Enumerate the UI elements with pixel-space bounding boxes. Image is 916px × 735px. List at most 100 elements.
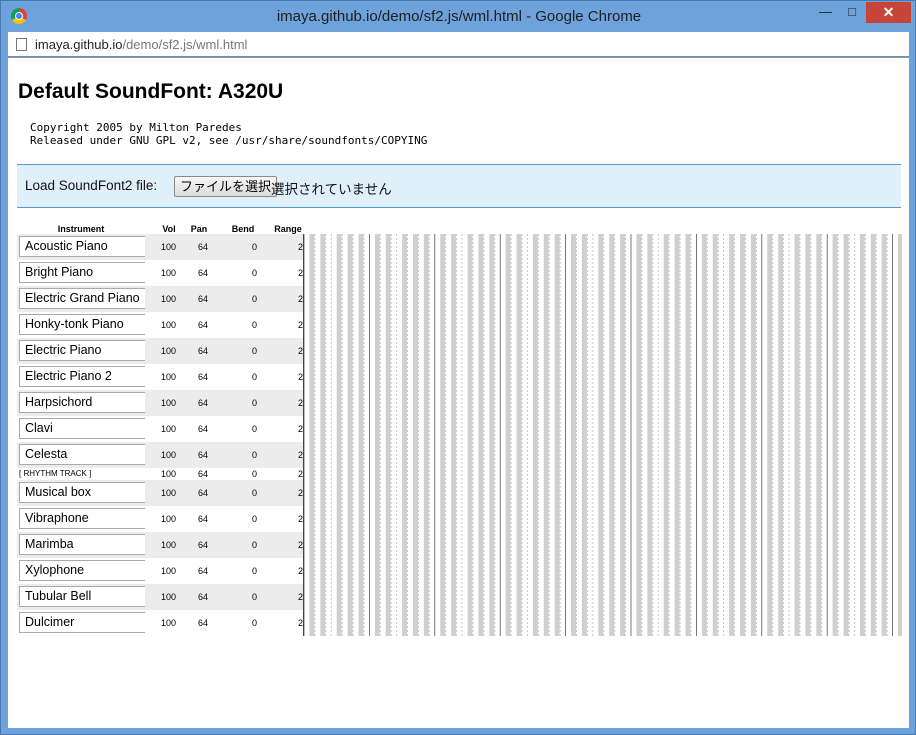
vol-value: 100 [160, 540, 176, 550]
rhythm-track-label: [ RHYTHM TRACK ] [19, 469, 92, 478]
header-pan: Pan [190, 224, 208, 234]
pan-value: 64 [197, 346, 208, 356]
instrument-select[interactable]: Xylophone [19, 560, 145, 581]
instrument-select[interactable]: Celesta [19, 444, 145, 465]
bend-value: 0 [251, 540, 257, 550]
vol-value: 100 [160, 566, 176, 576]
vol-value: 100 [160, 592, 176, 602]
range-value: 2 [297, 294, 303, 304]
instrument-select[interactable]: Dulcimer [19, 612, 145, 633]
page-title: Default SoundFont: A320U [18, 80, 284, 103]
pan-value: 64 [197, 320, 208, 330]
title-bar[interactable]: imaya.github.io/demo/sf2.js/wml.html - G… [1, 1, 915, 32]
url-path: /demo/sf2.js/wml.html [122, 37, 248, 52]
vol-value: 100 [160, 450, 176, 460]
instrument-select[interactable]: Tubular Bell [19, 586, 145, 607]
maximize-button[interactable]: □ [839, 2, 865, 23]
bend-value: 0 [251, 346, 257, 356]
pan-value: 64 [197, 469, 208, 479]
copyright-notice: Copyright 2005 by Milton Paredes Release… [30, 121, 428, 147]
header-bend: Bend [231, 224, 255, 234]
pan-value: 64 [197, 242, 208, 252]
instrument-select[interactable]: Electric Grand Piano [19, 288, 145, 309]
pan-value: 64 [197, 488, 208, 498]
instrument-select[interactable]: Harpsichord [19, 392, 145, 413]
range-value: 2 [297, 450, 303, 460]
vol-value: 100 [160, 268, 176, 278]
vol-value: 100 [160, 346, 176, 356]
vol-value: 100 [160, 469, 176, 479]
header-vol: Vol [162, 224, 176, 234]
range-value: 2 [297, 346, 303, 356]
bend-value: 0 [251, 592, 257, 602]
range-value: 2 [297, 242, 303, 252]
load-soundfont-bar: Load SoundFont2 file: ファイルを選択 選択されていません [17, 164, 901, 208]
window-title: imaya.github.io/demo/sf2.js/wml.html - G… [276, 8, 642, 25]
range-value: 2 [297, 566, 303, 576]
range-value: 2 [297, 592, 303, 602]
bend-value: 0 [251, 242, 257, 252]
pan-value: 64 [197, 618, 208, 628]
pan-value: 64 [197, 398, 208, 408]
instrument-select[interactable]: Electric Piano 2 [19, 366, 145, 387]
bend-value: 0 [251, 488, 257, 498]
bend-value: 0 [251, 320, 257, 330]
vol-value: 100 [160, 372, 176, 382]
bend-value: 0 [251, 372, 257, 382]
bend-value: 0 [251, 268, 257, 278]
page-content: Default SoundFont: A320U Copyright 2005 … [8, 58, 909, 728]
bend-value: 0 [251, 398, 257, 408]
range-value: 2 [297, 514, 303, 524]
vol-value: 100 [160, 294, 176, 304]
piano-keyboard-icon[interactable] [304, 234, 902, 636]
instrument-select[interactable]: Electric Piano [19, 340, 145, 361]
instrument-select[interactable]: Vibraphone [19, 508, 145, 529]
instrument-select[interactable]: Bright Piano [19, 262, 145, 283]
range-value: 2 [297, 618, 303, 628]
url-text[interactable]: imaya.github.io/demo/sf2.js/wml.html [35, 37, 247, 52]
vol-value: 100 [160, 242, 176, 252]
url-host: imaya.github.io [35, 37, 123, 52]
pan-value: 64 [197, 268, 208, 278]
range-value: 2 [297, 398, 303, 408]
choose-file-button[interactable]: ファイルを選択 [174, 176, 278, 197]
range-value: 2 [297, 540, 303, 550]
bend-value: 0 [251, 469, 257, 479]
instrument-select[interactable]: Marimba [19, 534, 145, 555]
vol-value: 100 [160, 424, 176, 434]
range-value: 2 [297, 320, 303, 330]
range-value: 2 [297, 469, 303, 479]
pan-value: 64 [197, 372, 208, 382]
vol-value: 100 [160, 618, 176, 628]
vol-value: 100 [160, 488, 176, 498]
vol-value: 100 [160, 514, 176, 524]
pan-value: 64 [197, 294, 208, 304]
range-value: 2 [297, 488, 303, 498]
browser-window: imaya.github.io/demo/sf2.js/wml.html - G… [0, 0, 916, 735]
vol-value: 100 [160, 320, 176, 330]
address-bar[interactable]: imaya.github.io/demo/sf2.js/wml.html [8, 32, 909, 57]
range-value: 2 [297, 372, 303, 382]
range-value: 2 [297, 424, 303, 434]
close-button[interactable]: ✕ [866, 2, 911, 23]
piano-keyboard[interactable] [303, 234, 902, 636]
pan-value: 64 [197, 514, 208, 524]
load-soundfont-label: Load SoundFont2 file: [25, 178, 158, 193]
vol-value: 100 [160, 398, 176, 408]
pan-value: 64 [197, 450, 208, 460]
header-range: Range [274, 224, 302, 234]
instrument-select[interactable]: Clavi [19, 418, 145, 439]
minimize-button[interactable]: — [812, 2, 839, 23]
pan-value: 64 [197, 566, 208, 576]
pan-value: 64 [197, 424, 208, 434]
range-value: 2 [297, 268, 303, 278]
bend-value: 0 [251, 514, 257, 524]
bend-value: 0 [251, 294, 257, 304]
instrument-select[interactable]: Honky-tonk Piano [19, 314, 145, 335]
bend-value: 0 [251, 618, 257, 628]
instrument-select[interactable]: Musical box [19, 482, 145, 503]
pan-value: 64 [197, 540, 208, 550]
pan-value: 64 [197, 592, 208, 602]
instrument-select[interactable]: Acoustic Piano [19, 236, 145, 257]
no-file-selected-text: 選択されていません [271, 182, 392, 197]
